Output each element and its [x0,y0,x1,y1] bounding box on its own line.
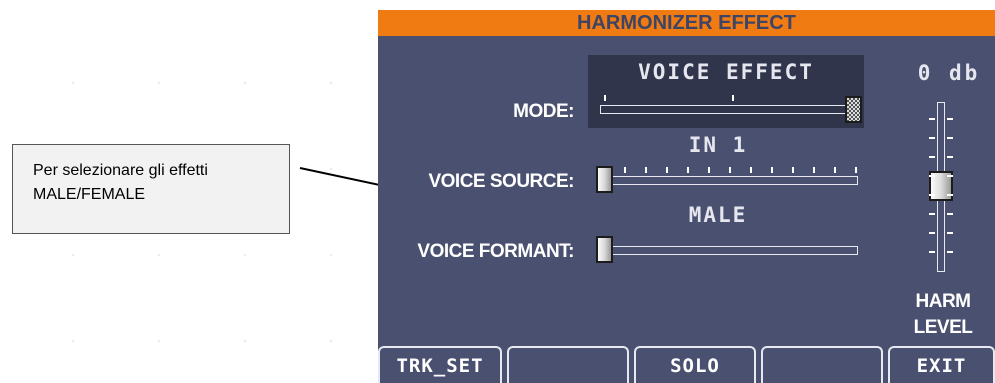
voice-source-slider-tick [813,167,815,173]
voice-source-slider-tick [750,167,752,173]
voice-source-slider-tick [624,167,626,173]
harm-level-slider-tick [929,156,935,158]
mode-slider-tick [604,95,606,101]
voice-formant-slider-knob[interactable] [596,236,613,263]
mode-value: VOICE EFFECT [638,60,814,84]
voice-source-slider-tick [687,167,689,173]
harm-level-slider-tick [947,251,953,253]
mode-slider-knob[interactable] [845,96,862,123]
harm-level-slider-tick [929,213,935,215]
voice-source-slider-tick [771,167,773,173]
harm-level-label-1: HARM [915,291,972,312]
voice-source-slider-tick [834,167,836,173]
harm-level-slider-tick [929,194,935,196]
harm-level-slider-tick [929,175,935,177]
harm-level-slider-tick [929,137,935,139]
solo-button[interactable]: SOLO [634,346,756,383]
function-button-bar: TRK_SET SOLO EXIT [378,346,995,383]
voice-source-value: IN 1 [688,133,748,157]
mode-label: MODE: [513,101,574,122]
voice-formant-value: MALE [688,203,748,227]
harm-level-slider-tick [929,118,935,120]
voice-source-label: VOICE SOURCE: [428,171,574,192]
harm-level-slider-tick [947,175,953,177]
voice-source-slider-tick [792,167,794,173]
voice-source-slider-knob[interactable] [596,166,613,193]
function-button-2[interactable] [507,346,629,383]
harm-level-slider-tick [947,232,953,234]
voice-formant-slider-track[interactable] [600,246,858,255]
voice-formant-label: VOICE FORMANT: [417,241,574,262]
function-button-4[interactable] [761,346,883,383]
harm-level-db-readout: 0 db [917,61,981,85]
harm-level-slider-tick [929,251,935,253]
voice-source-slider-tick [855,167,857,173]
harm-level-label-2: LEVEL [913,317,973,338]
harm-level-slider-tick [947,194,953,196]
harm-level-slider-tick [947,213,953,215]
mode-slider-tick [732,95,734,101]
harm-level-slider-tick [947,137,953,139]
harmonizer-screen: HARMONIZER EFFECT VOICE EFFECT MODE: IN … [378,10,995,383]
mode-slider-track[interactable] [600,105,858,114]
voice-source-slider-tick [666,167,668,173]
voice-source-slider-track[interactable] [600,176,858,185]
screen-title: HARMONIZER EFFECT [378,10,995,36]
harm-level-slider-tick [929,232,935,234]
trk-set-button[interactable]: TRK_SET [378,346,502,383]
harm-level-slider-tick [947,118,953,120]
voice-source-slider-tick [729,167,731,173]
harm-level-slider-tick [947,156,953,158]
voice-source-slider-tick [645,167,647,173]
exit-button[interactable]: EXIT [888,346,995,383]
voice-source-slider-tick [708,167,710,173]
